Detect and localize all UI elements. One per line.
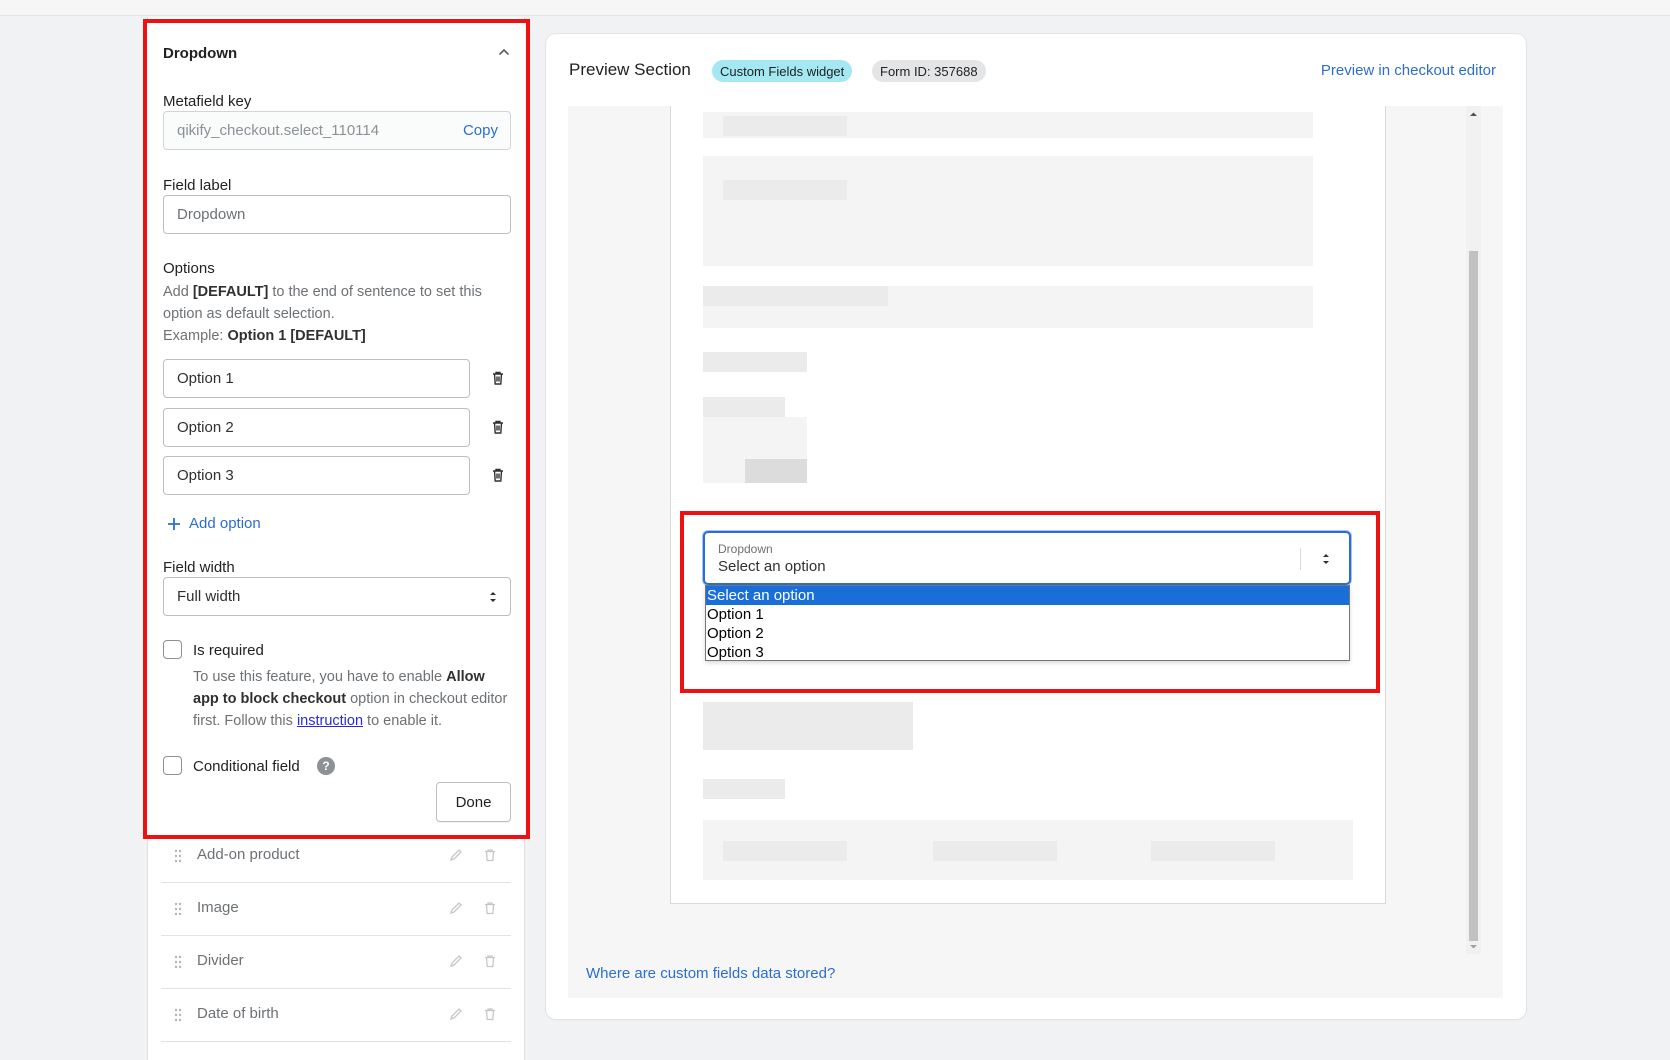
blurred-content	[703, 286, 888, 306]
dropdown-option[interactable]: Option 2	[706, 624, 1349, 643]
field-row-date-of-birth[interactable]: Date of birth	[161, 989, 511, 1042]
field-width-label: Field width	[163, 559, 235, 576]
trash-icon[interactable]	[483, 1007, 497, 1021]
option-input-2[interactable]: Option 2	[163, 408, 470, 447]
add-option-button[interactable]: Add option	[167, 515, 261, 532]
is-required-checkbox[interactable]	[163, 640, 182, 659]
blurred-content	[703, 397, 785, 417]
metafield-key-label: Metafield key	[163, 93, 252, 110]
pencil-icon[interactable]	[449, 1007, 463, 1021]
blurred-content	[703, 156, 1313, 266]
drag-handle-icon[interactable]	[174, 1008, 182, 1022]
field-width-value: Full width	[177, 588, 241, 605]
field-name: Date of birth	[197, 1005, 279, 1022]
blurred-content	[703, 779, 785, 799]
trash-icon[interactable]	[483, 901, 497, 915]
scroll-down-arrow-icon[interactable]	[1469, 942, 1478, 951]
dropdown-field-editor: Dropdown Metafield key qikify_checkout.s…	[143, 19, 530, 839]
field-name: Divider	[197, 952, 244, 969]
chevron-up-icon[interactable]	[497, 45, 511, 59]
dropdown-option[interactable]: Option 1	[706, 605, 1349, 624]
options-help-text: Add [DEFAULT] to the end of sentence to …	[163, 284, 482, 344]
help-icon[interactable]: ?	[317, 757, 335, 775]
select-arrows-icon	[1323, 554, 1329, 564]
required-help-text: To use this feature, you have to enable …	[193, 669, 508, 729]
blurred-content	[745, 459, 807, 483]
field-label-label: Field label	[163, 177, 232, 194]
custom-fields-data-link[interactable]: Where are custom fields data stored?	[586, 965, 835, 982]
field-width-select[interactable]: Full width	[163, 577, 511, 616]
blurred-content	[703, 702, 913, 750]
blurred-content	[723, 116, 847, 136]
field-label-placeholder: Dropdown	[177, 206, 246, 223]
preview-dropdown-select[interactable]: Dropdown Select an option	[703, 531, 1351, 585]
top-bar	[0, 0, 1670, 16]
is-required-label: Is required	[193, 642, 264, 659]
option-input-3[interactable]: Option 3	[163, 456, 470, 495]
blurred-content	[703, 352, 807, 372]
preview-select-label: Dropdown	[718, 542, 773, 556]
preview-dropdown-list[interactable]: Select an option Option 1 Option 2 Optio…	[705, 585, 1350, 661]
blurred-content	[933, 841, 1057, 861]
field-name: Image	[197, 899, 239, 916]
field-label-input[interactable]: Dropdown	[163, 195, 511, 234]
field-row-add-on-product[interactable]: Add-on product	[161, 830, 511, 883]
add-option-label: Add option	[189, 515, 261, 532]
pencil-icon[interactable]	[449, 954, 463, 968]
preview-select-value: Select an option	[718, 558, 826, 575]
field-row-divider[interactable]: Divider	[161, 936, 511, 989]
trash-icon[interactable]	[483, 954, 497, 968]
pencil-icon[interactable]	[449, 901, 463, 915]
dropdown-option[interactable]: Option 3	[706, 643, 1349, 662]
preview-in-checkout-editor-link[interactable]: Preview in checkout editor	[1321, 62, 1496, 79]
scroll-up-arrow-icon[interactable]	[1469, 110, 1478, 119]
scrollbar-thumb[interactable]	[1469, 251, 1478, 941]
trash-icon[interactable]	[490, 419, 506, 435]
trash-icon[interactable]	[483, 848, 497, 862]
blurred-content	[723, 841, 847, 861]
blurred-content	[1151, 841, 1275, 861]
checkout-preview	[670, 106, 1386, 904]
dropdown-option[interactable]: Select an option	[706, 586, 1349, 605]
plus-icon	[168, 517, 180, 530]
editor-title: Dropdown	[163, 45, 238, 62]
options-label: Options	[163, 260, 215, 277]
metafield-key-value: qikify_checkout.select_110114	[177, 122, 380, 139]
field-row-image[interactable]: Image	[161, 883, 511, 936]
select-divider	[1300, 548, 1301, 570]
trash-icon[interactable]	[490, 467, 506, 483]
metafield-key-input[interactable]: qikify_checkout.select_110114 Copy	[163, 111, 511, 150]
preview-section-title: Preview Section	[569, 60, 691, 79]
drag-handle-icon[interactable]	[174, 955, 182, 969]
custom-fields-widget-badge: Custom Fields widget	[712, 60, 853, 82]
conditional-field-label: Conditional field	[193, 758, 300, 775]
drag-handle-icon[interactable]	[174, 849, 182, 863]
copy-button[interactable]: Copy	[463, 112, 498, 149]
field-name: Add-on product	[197, 846, 300, 863]
pencil-icon[interactable]	[449, 848, 463, 862]
drag-handle-icon[interactable]	[174, 902, 182, 916]
preview-card: Preview Section Custom Fields widget For…	[546, 34, 1526, 1019]
conditional-field-checkbox[interactable]	[163, 756, 182, 775]
blurred-content	[723, 180, 847, 200]
preview-scrollbar[interactable]	[1466, 106, 1481, 954]
trash-icon[interactable]	[490, 370, 506, 386]
instruction-link[interactable]: instruction	[297, 713, 363, 729]
option-input-1[interactable]: Option 1	[163, 359, 470, 398]
form-id-badge: Form ID: 357688	[872, 60, 986, 82]
select-arrows-icon	[490, 592, 496, 602]
done-button[interactable]: Done	[436, 782, 511, 822]
